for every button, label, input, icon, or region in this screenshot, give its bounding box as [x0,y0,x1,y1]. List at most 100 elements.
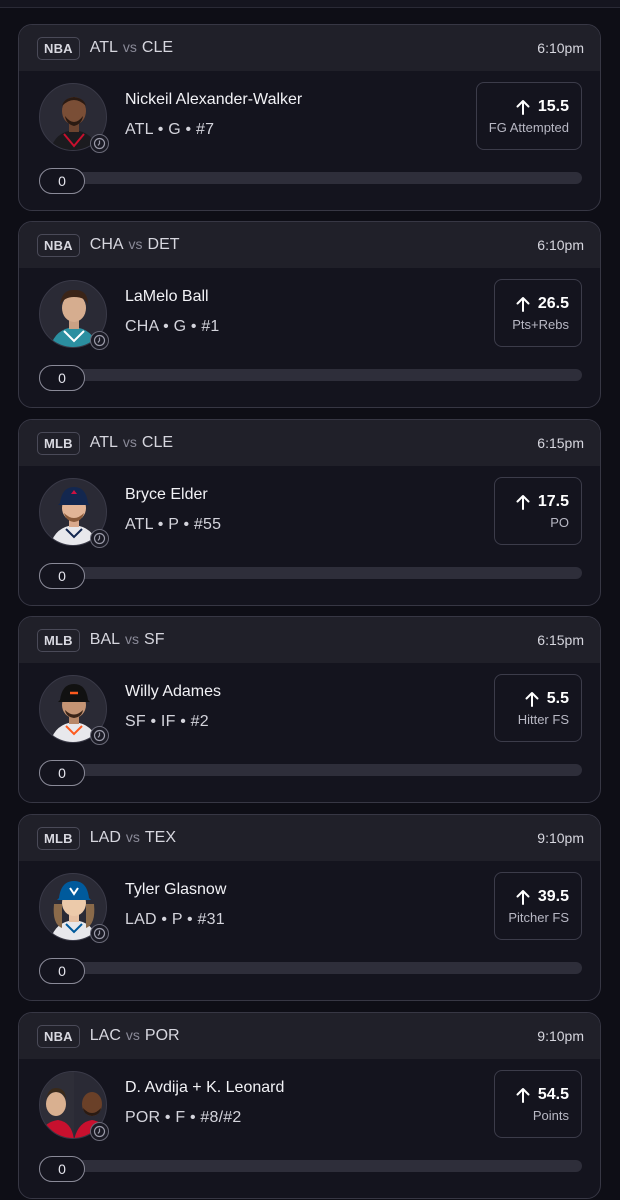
stat-label: PO [550,514,569,530]
progress-track [39,369,582,381]
vs-label: vs [125,829,140,845]
progress-track [39,764,582,776]
stat-line-button[interactable]: 39.5 Pitcher FS [494,872,582,940]
player-name: Nickeil Alexander-Walker [125,91,303,108]
card-header: NBA ATL vs CLE 6:10pm [19,25,600,71]
stat-label: Hitter FS [517,711,569,727]
clock-icon [90,726,109,745]
home-team: ATL [89,434,118,451]
league-badge: MLB [37,431,80,455]
matchup: LAC vs POR [90,1027,180,1045]
player-info: SF • IF • #2 [125,713,209,730]
stat-label: Pts+Rebs [512,316,569,332]
progress-value: 0 [39,1156,85,1182]
player-name: LaMelo Ball [125,288,209,305]
progress-track [39,567,582,579]
matchup: ATL vs CLE [90,39,173,57]
player-info: CHA • G • #1 [125,318,220,335]
pick-card[interactable]: NBA ATL vs CLE 6:10pm Nickeil Alexander-… [18,24,601,211]
vs-label: vs [125,631,140,647]
up-arrow-icon [516,1087,530,1103]
away-team: TEX [144,829,177,846]
card-header: MLB LAD vs TEX 9:10pm [19,815,600,861]
pick-card[interactable]: NBA LAC vs POR 9:10pm D. Avdija + K. Leo… [18,1012,601,1199]
stat-value: 5.5 [546,689,569,707]
away-team: DET [147,236,180,253]
league-badge: MLB [37,826,80,850]
away-team: CLE [141,39,174,56]
home-team: LAD [89,829,121,846]
up-arrow-icon [516,99,530,115]
pick-card[interactable]: MLB LAD vs TEX 9:10pm Tyler Glasnow LAD … [18,814,601,1001]
stat-line-button[interactable]: 26.5 Pts+Rebs [494,279,582,347]
progress-value: 0 [39,365,85,391]
player-avatar[interactable] [39,478,109,548]
clock-icon [90,529,109,548]
home-team: CHA [89,236,124,253]
progress-track [39,172,582,184]
stat-line: 17.5 [516,493,569,511]
home-team: LAC [89,1027,121,1044]
player-avatar[interactable] [39,675,109,745]
vs-label: vs [128,236,143,252]
stat-value: 17.5 [537,492,569,510]
player-name: D. Avdija + K. Leonard [125,1079,285,1096]
up-arrow-icon [516,296,530,312]
stat-value: 39.5 [537,887,569,905]
game-time: 6:15pm [537,435,584,451]
stat-value: 15.5 [537,97,569,115]
card-header: NBA CHA vs DET 6:10pm [19,222,600,268]
away-team: POR [144,1027,180,1044]
player-avatar[interactable] [39,1071,109,1141]
vs-label: vs [122,39,137,55]
stat-line: 26.5 [516,295,569,313]
pick-card[interactable]: MLB ATL vs CLE 6:15pm Bryce Elder ATL • … [18,419,601,606]
player-name: Bryce Elder [125,486,208,503]
player-avatar[interactable] [39,280,109,350]
matchup: CHA vs DET [90,236,180,254]
clock-icon [90,134,109,153]
away-team: CLE [141,434,174,451]
progress-value: 0 [39,563,85,589]
player-avatar[interactable] [39,873,109,943]
game-time: 6:10pm [537,237,584,253]
player-name: Willy Adames [125,683,222,700]
card-header: NBA LAC vs POR 9:10pm [19,1013,600,1059]
card-header: MLB BAL vs SF 6:15pm [19,617,600,663]
game-time: 9:10pm [537,1028,584,1044]
stat-value: 26.5 [537,294,569,312]
matchup: LAD vs TEX [90,829,176,847]
top-strip [0,0,620,8]
home-team: ATL [89,39,118,56]
league-badge: NBA [37,233,80,257]
progress-value: 0 [39,760,85,786]
player-info: ATL • G • #7 [125,121,215,138]
progress-track [39,962,582,974]
stat-line-button[interactable]: 17.5 PO [494,477,582,545]
game-time: 9:10pm [537,830,584,846]
vs-label: vs [125,1027,140,1043]
away-team: SF [144,631,165,648]
pick-card[interactable]: MLB BAL vs SF 6:15pm Willy Adames SF • I… [18,616,601,803]
league-badge: NBA [37,1024,80,1048]
stat-line: 15.5 [516,98,569,116]
up-arrow-icon [516,494,530,510]
stat-line: 5.5 [525,690,569,708]
player-info: ATL • P • #55 [125,516,222,533]
progress-track [39,1160,582,1172]
matchup: BAL vs SF [90,631,165,649]
player-info: POR • F • #8/#2 [125,1109,242,1126]
player-avatar[interactable] [39,83,109,153]
stat-label: Pitcher FS [508,909,569,925]
pick-card[interactable]: NBA CHA vs DET 6:10pm LaMelo Ball CHA • … [18,221,601,408]
player-info: LAD • P • #31 [125,911,225,928]
stat-line-button[interactable]: 5.5 Hitter FS [494,674,582,742]
game-time: 6:15pm [537,632,584,648]
stat-line: 39.5 [516,888,569,906]
stat-line-button[interactable]: 54.5 Points [494,1070,582,1138]
stat-line-button[interactable]: 15.5 FG Attempted [475,82,582,150]
up-arrow-icon [525,691,539,707]
clock-icon [90,924,109,943]
vs-label: vs [122,434,137,450]
clock-icon [90,331,109,350]
